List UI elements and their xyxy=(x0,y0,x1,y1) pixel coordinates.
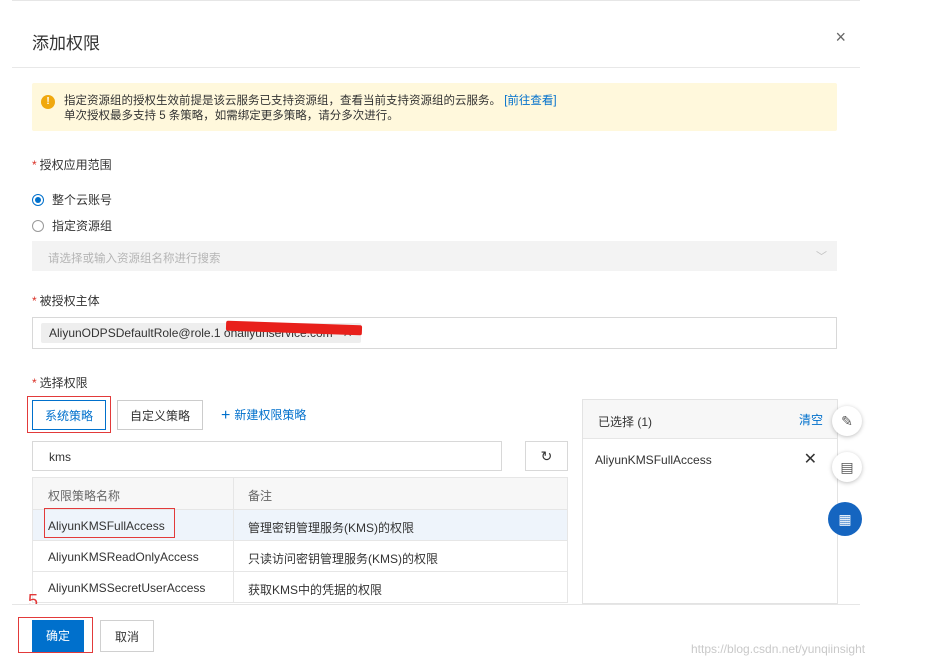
dialog-footer: 确定 取消 xyxy=(12,604,860,670)
column-divider xyxy=(233,572,234,602)
new-policy-label: 新建权限策略 xyxy=(234,408,307,422)
resource-group-select[interactable]: 请选择或输入资源组名称进行搜索 ﹀ xyxy=(32,241,837,271)
selected-count: 已选择 (1) xyxy=(598,415,653,429)
scope-label: * 授权应用范围 xyxy=(32,158,112,172)
policy-name: AliyunKMSReadOnlyAccess xyxy=(48,550,199,564)
tab-custom-policy[interactable]: 自定义策略 xyxy=(117,400,204,430)
refresh-icon[interactable]: ↻ xyxy=(525,441,568,471)
notice-banner: ! 指定资源组的授权生效前提是该云服务已支持资源组，查看当前支持资源组的云服务。… xyxy=(32,83,837,131)
radio-label: 整个云账号 xyxy=(52,193,113,207)
table-row[interactable]: AliyunKMSReadOnlyAccess 只读访问密钥管理服务(KMS)的… xyxy=(33,541,567,572)
table-row[interactable]: AliyunKMSSecretUserAccess 获取KMS中的凭据的权限 xyxy=(33,572,567,603)
view-link[interactable]: [前往查看] xyxy=(504,95,556,107)
table-header: 权限策略名称 备注 xyxy=(33,478,567,510)
select-placeholder: 请选择或输入资源组名称进行搜索 xyxy=(48,253,221,265)
column-header-name: 权限策略名称 xyxy=(48,489,121,503)
notice-line-2: 单次授权最多支持 5 条策略，如需绑定更多策略，请分多次进行。 xyxy=(64,110,399,122)
selected-item-name: AliyunKMSFullAccess xyxy=(595,453,712,467)
radio-label: 指定资源组 xyxy=(52,219,113,233)
selected-panel-header: 已选择 (1) 清空 xyxy=(583,400,837,439)
column-divider xyxy=(233,510,234,540)
watermark: https://blog.csdn.net/yunqiinsight xyxy=(691,642,866,656)
selected-item: AliyunKMSFullAccess ✕ xyxy=(583,439,837,475)
policy-note: 只读访问密钥管理服务(KMS)的权限 xyxy=(248,552,438,566)
policy-table: 权限策略名称 备注 AliyunKMSFullAccess 管理密钥管理服务(K… xyxy=(32,477,568,603)
policy-name: AliyunKMSSecretUserAccess xyxy=(48,581,206,595)
tab-system-policy[interactable]: 系统策略 xyxy=(32,400,107,430)
search-value: kms xyxy=(49,450,71,464)
radio-unchecked-icon[interactable] xyxy=(32,219,44,232)
radio-checked-icon[interactable] xyxy=(32,193,44,206)
principal-input[interactable]: AliyunODPSDefaultRole@role.1 onaliyunser… xyxy=(32,317,837,349)
clear-button[interactable]: 清空 xyxy=(799,411,823,428)
principal-label-text: 被授权主体 xyxy=(39,294,100,308)
plus-icon: + xyxy=(221,407,231,424)
radio-resource-group[interactable]: 指定资源组 xyxy=(32,217,112,234)
close-icon[interactable]: × xyxy=(835,27,846,48)
selected-panel: 已选择 (1) 清空 AliyunKMSFullAccess ✕ xyxy=(582,399,838,604)
permissions-label-text: 选择权限 xyxy=(39,376,88,390)
dialog-header: 添加权限 × xyxy=(12,9,860,68)
new-policy-link[interactable]: + 新建权限策略 xyxy=(221,406,306,425)
apps-icon[interactable]: ▦ xyxy=(828,502,862,536)
notice-line-1: 指定资源组的授权生效前提是该云服务已支持资源组，查看当前支持资源组的云服务。 [… xyxy=(64,92,557,108)
confirm-button[interactable]: 确定 xyxy=(32,620,85,652)
policy-search-input[interactable]: kms xyxy=(32,441,502,471)
column-header-note: 备注 xyxy=(248,489,273,503)
column-divider xyxy=(233,541,234,571)
principal-label: * 被授权主体 xyxy=(32,294,100,308)
policy-note: 获取KMS中的凭据的权限 xyxy=(248,583,383,597)
permissions-label: * 选择权限 xyxy=(32,376,88,390)
chat-icon[interactable]: ▤ xyxy=(832,452,862,482)
table-row[interactable]: AliyunKMSFullAccess 管理密钥管理服务(KMS)的权限 xyxy=(33,510,567,541)
add-permission-dialog: 添加权限 × ! 指定资源组的授权生效前提是该云服务已支持资源组，查看当前支持资… xyxy=(12,0,860,670)
warning-icon: ! xyxy=(41,95,55,109)
policy-note: 管理密钥管理服务(KMS)的权限 xyxy=(248,521,414,535)
edit-feedback-icon[interactable]: ✎ xyxy=(832,406,862,436)
notice-text: 指定资源组的授权生效前提是该云服务已支持资源组，查看当前支持资源组的云服务。 xyxy=(64,95,501,107)
remove-item-icon[interactable]: ✕ xyxy=(804,449,817,469)
column-divider xyxy=(233,478,234,509)
cancel-button[interactable]: 取消 xyxy=(100,620,155,652)
policy-name: AliyunKMSFullAccess xyxy=(48,519,165,533)
dialog-title: 添加权限 xyxy=(32,34,100,53)
radio-whole-account[interactable]: 整个云账号 xyxy=(32,191,112,208)
scope-label-text: 授权应用范围 xyxy=(39,158,112,172)
chevron-down-icon: ﹀ xyxy=(816,251,827,263)
